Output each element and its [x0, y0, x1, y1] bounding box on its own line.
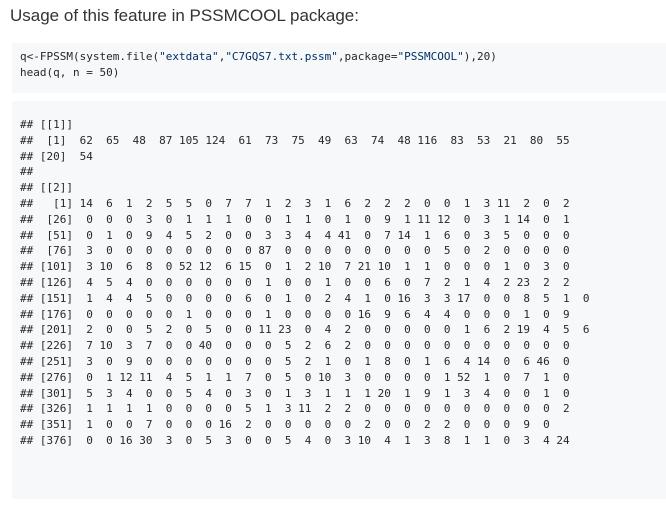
output-line: ## [376] 0 0 16 30 3 0 5 3 0 0 5 4 0 3 1… — [20, 433, 570, 447]
output-line: ## [126] 4 5 4 0 0 0 0 0 0 1 0 0 1 0 0 6… — [20, 275, 570, 289]
code-line-1: q<-FPSSM(system.file("extdata","C7GQS7.t… — [20, 50, 497, 63]
output-line: ## [101] 3 10 6 8 0 52 12 6 15 0 1 2 10 … — [20, 260, 570, 274]
string-literal: "extdata" — [159, 50, 219, 63]
output-line: ## [176] 0 0 0 0 0 1 0 0 0 1 0 0 0 0 16 … — [20, 307, 570, 321]
output-line: ## [151] 1 4 4 5 0 0 0 0 6 0 1 0 2 4 1 0… — [20, 291, 590, 305]
output-line: ## [76] 3 0 0 0 0 0 0 0 0 87 0 0 0 0 0 0… — [20, 244, 570, 258]
output-line: ## [326] 1 1 1 1 0 0 0 0 5 1 3 11 2 2 0 … — [20, 402, 570, 416]
output-line: ## [[2]] — [20, 181, 73, 195]
output-line: ## [1] 62 65 48 87 105 124 61 73 75 49 6… — [20, 133, 570, 147]
output-block[interactable]: ## [[1]] ## [1] 62 65 48 87 105 124 61 7… — [12, 101, 666, 499]
output-line: ## [201] 2 0 0 5 2 0 5 0 0 11 23 0 4 2 0… — [20, 323, 590, 337]
code-line-2: head(q, n = 50) — [20, 65, 120, 79]
output-line: ## [51] 0 1 0 9 4 5 2 0 0 3 3 4 4 41 0 7… — [20, 228, 570, 242]
output-line: ## [1] 14 6 1 2 5 5 0 7 7 1 2 3 1 6 2 2 … — [20, 196, 570, 210]
string-literal: "C7GQS7.txt.pssm" — [225, 50, 338, 63]
string-literal: "PSSMCOOL" — [397, 50, 464, 63]
section-heading: Usage of this feature in PSSMCOOL packag… — [10, 6, 359, 25]
code-text: q<-FPSSM(system.file("extdata","C7GQS7.t… — [20, 49, 658, 81]
output-line: ## [26] 0 0 0 3 0 1 1 1 0 0 1 1 0 1 0 9 … — [20, 212, 570, 226]
output-line: ## [226] 7 10 3 7 0 0 40 0 0 0 5 2 6 2 0… — [20, 339, 570, 353]
output-line: ## [20] 54 — [20, 149, 93, 163]
output-line: ## [[1]] — [20, 118, 73, 131]
code-block[interactable]: q<-FPSSM(system.file("extdata","C7GQS7.t… — [12, 43, 666, 93]
output-line: ## [276] 0 1 12 11 4 5 1 1 7 0 5 0 10 3 … — [20, 370, 570, 384]
output-line: ## [251] 3 0 9 0 0 0 0 0 0 0 5 2 1 0 1 8… — [20, 354, 570, 368]
output-line: ## — [20, 165, 34, 179]
output-line: ## [301] 5 3 4 0 0 5 4 0 3 0 1 3 1 1 1 2… — [20, 386, 570, 400]
output-text: ## [[1]] ## [1] 62 65 48 87 105 124 61 7… — [20, 117, 658, 449]
output-line: ## [351] 1 0 0 7 0 0 0 16 2 0 0 0 0 0 2 … — [20, 418, 550, 432]
